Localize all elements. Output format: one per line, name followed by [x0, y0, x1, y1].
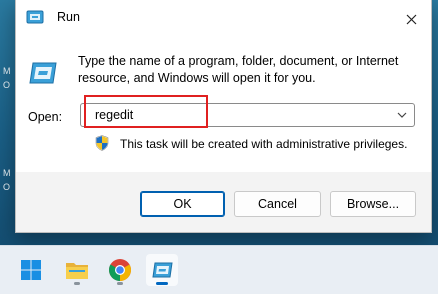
- run-program-icon: [29, 62, 57, 84]
- open-label: Open:: [28, 110, 63, 124]
- chevron-down-icon[interactable]: [396, 110, 408, 120]
- taskbar-chrome[interactable]: [104, 254, 136, 286]
- ok-button[interactable]: OK: [140, 191, 225, 217]
- chrome-icon: [109, 259, 131, 281]
- active-indicator: [156, 282, 168, 285]
- taskbar-run[interactable]: [146, 254, 178, 286]
- taskbar-file-explorer[interactable]: [61, 254, 93, 286]
- taskbar-start[interactable]: [15, 254, 47, 286]
- highlight-annotation: [84, 95, 208, 128]
- browse-button[interactable]: Browse...: [330, 191, 416, 217]
- close-icon: [406, 14, 416, 24]
- running-indicator: [117, 282, 123, 285]
- cancel-button[interactable]: Cancel: [234, 191, 321, 217]
- desktop-label: M: [3, 66, 11, 76]
- folder-icon: [66, 263, 88, 279]
- run-dialog: Run Type the name of a program, folder, …: [15, 0, 432, 233]
- run-icon: [152, 262, 173, 278]
- close-button[interactable]: [396, 5, 426, 33]
- windows-start-icon: [21, 260, 41, 280]
- desktop-label: O: [3, 80, 11, 90]
- run-icon: [26, 10, 44, 24]
- taskbar: [0, 245, 438, 294]
- desktop-label: M: [3, 168, 11, 178]
- title-bar[interactable]: Run: [16, 0, 431, 38]
- desktop-label: O: [3, 182, 11, 192]
- dialog-description: Type the name of a program, folder, docu…: [78, 54, 399, 85]
- dialog-title: Run: [57, 10, 80, 24]
- admin-privileges-notice: This task will be created with administr…: [120, 137, 408, 151]
- running-indicator: [74, 282, 80, 285]
- uac-shield-icon: [95, 135, 109, 151]
